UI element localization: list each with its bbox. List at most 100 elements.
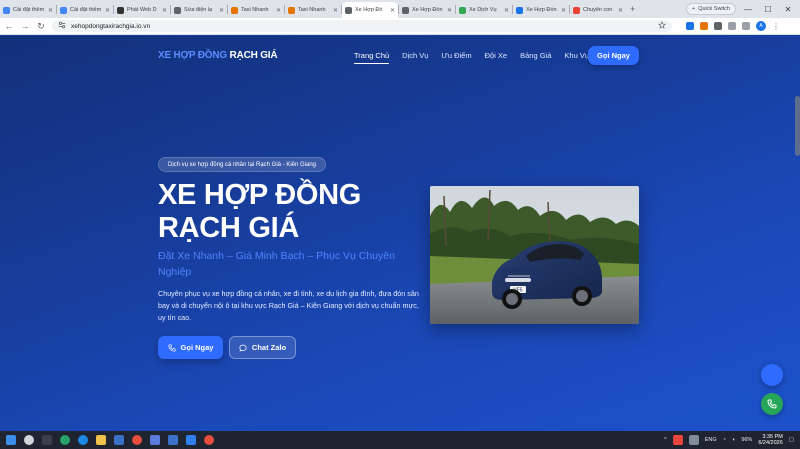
tab-favicon-icon xyxy=(117,6,124,14)
tab-strip-right: + Quick Switch — ☐ ✕ xyxy=(685,0,800,18)
browser-tab[interactable]: Xe Hợp Đồn ✕ xyxy=(513,2,569,18)
notification-icon[interactable]: ▢ xyxy=(789,437,794,443)
forward-button[interactable]: → xyxy=(20,21,30,31)
close-tab-icon[interactable]: ✕ xyxy=(561,7,566,14)
tab-favicon-icon xyxy=(3,6,10,14)
browser-tab[interactable]: Taxi Nhanh ✕ xyxy=(285,2,341,18)
hero-call-label: Gọi Ngay xyxy=(180,343,214,352)
menu-icon[interactable]: ⋮ xyxy=(772,22,780,31)
edge-icon[interactable] xyxy=(78,435,88,445)
hero-subtitle: Đặt Xe Nhanh – Giá Minh Bạch – Phục Vụ C… xyxy=(158,250,395,278)
app-icon[interactable] xyxy=(204,435,214,445)
battery-percent[interactable]: 96% xyxy=(741,437,752,443)
browser-tab[interactable]: Cài đặt thêm ✕ xyxy=(57,2,113,18)
phone-icon xyxy=(167,343,176,352)
clock[interactable]: 3:35 PM 6/24/2026 xyxy=(758,434,782,447)
tab-favicon-icon xyxy=(60,6,67,14)
car-photo: VF5 xyxy=(430,186,639,324)
close-tab-icon[interactable]: ✕ xyxy=(333,7,338,14)
nav-link[interactable]: Dịch Vụ xyxy=(402,51,428,60)
close-tab-icon[interactable]: ✕ xyxy=(618,7,623,14)
app-icon[interactable] xyxy=(150,435,160,445)
tab-favicon-icon xyxy=(174,6,181,14)
chat-bubble-icon xyxy=(239,344,247,352)
browser-tab[interactable]: Chuyển con ✕ xyxy=(570,2,626,18)
close-tab-icon[interactable]: ✕ xyxy=(504,7,509,14)
new-tab-button[interactable]: + xyxy=(630,4,635,14)
maximize-button[interactable]: ☐ xyxy=(760,5,776,14)
hero-zalo-button[interactable]: Chat Zalo xyxy=(229,336,296,359)
browser-tab[interactable]: Sửa điện lạ ✕ xyxy=(171,2,227,18)
url-text[interactable]: xehopdongtaxirachgia.io.vn xyxy=(71,23,150,30)
chevron-up-icon[interactable]: ^ xyxy=(664,437,667,443)
close-tab-icon[interactable]: ✕ xyxy=(48,7,53,14)
browser-tab[interactable]: Taxi Nhanh ✕ xyxy=(228,2,284,18)
app-icon[interactable] xyxy=(60,435,70,445)
reload-button[interactable]: ↻ xyxy=(36,21,46,32)
windows-start-icon[interactable] xyxy=(6,435,16,445)
hero-zalo-label: Chat Zalo xyxy=(251,343,287,352)
close-tab-icon[interactable]: ✕ xyxy=(105,7,110,14)
sidepanel-icon[interactable] xyxy=(742,22,750,30)
plus-icon: + xyxy=(691,6,696,12)
address-bar[interactable]: xehopdongtaxirachgia.io.vn xyxy=(52,20,672,32)
language-indicator[interactable]: ENG xyxy=(705,437,717,443)
app-icon[interactable] xyxy=(168,435,178,445)
nav-link[interactable]: Ưu Điểm xyxy=(441,51,471,60)
app-icon[interactable] xyxy=(186,435,196,445)
hero-call-button[interactable]: Gọi Ngay xyxy=(158,336,223,359)
tray-app-icon[interactable] xyxy=(672,435,683,445)
main-nav: Trang Chủ Dịch Vụ Ưu Điểm Đội Xe Bảng Giá Khu… xyxy=(354,51,594,64)
close-tab-icon[interactable]: ✕ xyxy=(447,7,452,14)
tab-title: Cài đặt thêm xyxy=(70,7,102,13)
nav-link[interactable]: Đội Xe xyxy=(485,51,508,60)
chrome-icon[interactable] xyxy=(132,435,142,445)
floating-call-button[interactable] xyxy=(761,393,783,415)
app-icon[interactable] xyxy=(114,435,124,445)
tab-title: Xe Hợp Đồn xyxy=(526,7,557,13)
close-tab-icon[interactable]: ✕ xyxy=(219,7,224,14)
tab-favicon-icon xyxy=(231,6,238,14)
wifi-icon[interactable]: ◔ xyxy=(723,437,726,443)
task-view-icon[interactable] xyxy=(42,435,52,445)
tab-favicon-icon xyxy=(573,6,580,14)
header-call-button[interactable]: Gọi Ngay xyxy=(588,46,639,65)
file-explorer-icon[interactable] xyxy=(96,435,106,445)
extension-icon[interactable] xyxy=(700,22,708,30)
tab-title: Xe Dịch Vụ xyxy=(469,7,497,13)
phone-icon xyxy=(767,399,777,409)
browser-tab[interactable]: Phát Web D ✕ xyxy=(114,2,170,18)
tab-favicon-icon xyxy=(516,6,523,14)
tab-favicon-icon xyxy=(459,6,466,14)
close-window-button[interactable]: ✕ xyxy=(780,5,796,14)
close-tab-icon[interactable]: ✕ xyxy=(390,7,395,14)
minimize-button[interactable]: — xyxy=(740,5,756,14)
extension-icon[interactable] xyxy=(686,22,694,30)
quick-switch-button[interactable]: + Quick Switch xyxy=(685,3,736,15)
floating-contact-button[interactable] xyxy=(761,364,783,386)
browser-tab[interactable]: Cài đặt thêm ✕ xyxy=(0,2,56,18)
close-tab-icon[interactable]: ✕ xyxy=(162,7,167,14)
browser-tab[interactable]: Xe Hợp Đồn ✕ xyxy=(399,2,455,18)
browser-tab[interactable]: Xe Hợp Đồ ✕ xyxy=(342,2,398,18)
site-logo[interactable]: XE HỢP ĐỒNG RẠCH GIÁ xyxy=(158,50,278,61)
puzzle-icon[interactable] xyxy=(728,22,736,30)
tab-title: Cài đặt thêm xyxy=(13,7,45,13)
nav-link[interactable]: Trang Chủ xyxy=(354,51,390,64)
tray-app-icon[interactable] xyxy=(688,435,699,445)
search-icon[interactable] xyxy=(24,435,34,445)
extension-icon[interactable] xyxy=(714,22,722,30)
back-button[interactable]: ← xyxy=(4,21,14,31)
site-info-icon[interactable] xyxy=(58,21,66,31)
tab-title: Xe Hợp Đồ xyxy=(355,7,383,13)
close-tab-icon[interactable]: ✕ xyxy=(276,7,281,14)
nav-link[interactable]: Bảng Giá xyxy=(520,51,551,60)
profile-avatar[interactable]: A xyxy=(756,21,766,31)
extensions-area: A ⋮ xyxy=(686,21,780,31)
tab-title: Phát Web D xyxy=(127,7,157,13)
browser-tab[interactable]: Xe Dịch Vụ ✕ xyxy=(456,2,512,18)
volume-icon[interactable]: ◖ xyxy=(732,437,735,443)
tab-favicon-icon xyxy=(345,6,352,14)
bookmark-star-icon[interactable] xyxy=(658,20,666,31)
tab-title: Chuyển con xyxy=(583,7,613,13)
